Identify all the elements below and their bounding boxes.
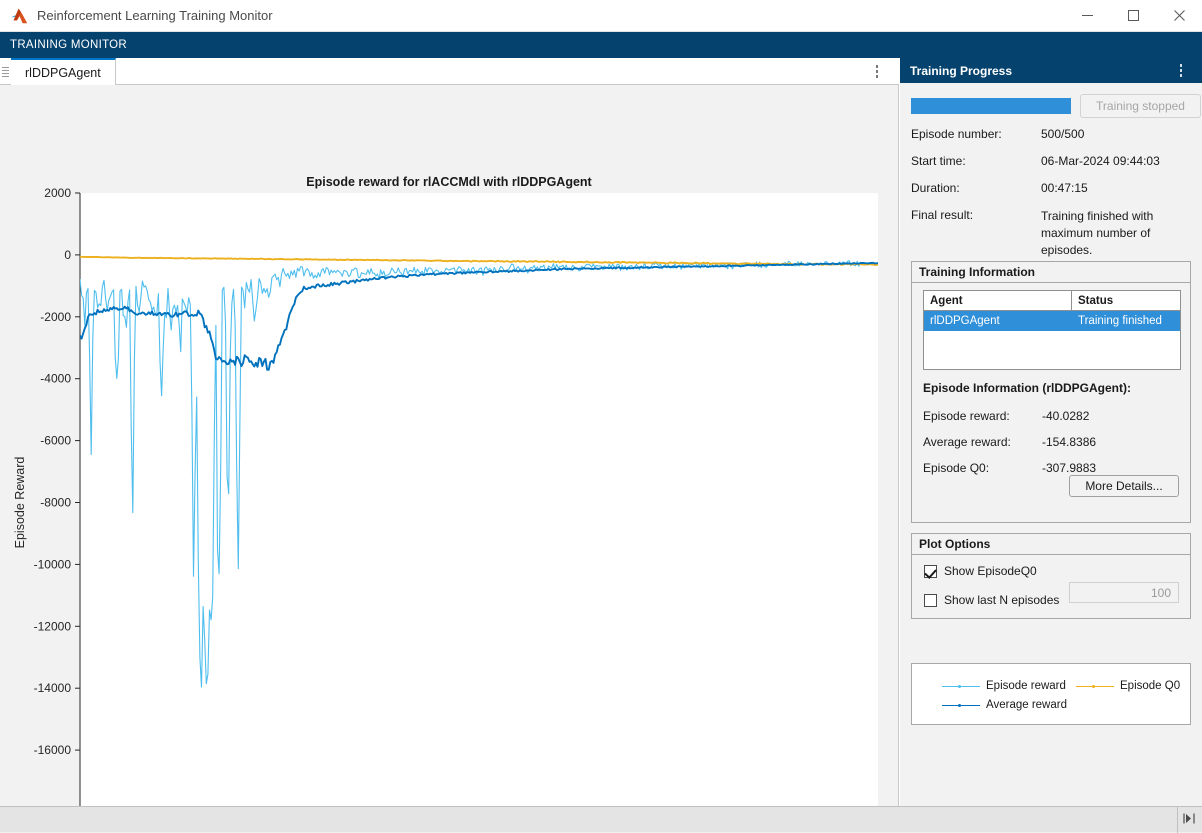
window-title: Reinforcement Learning Training Monitor <box>37 8 273 23</box>
table-row[interactable]: rlDDPGAgent Training finished <box>924 311 1180 331</box>
column-header-status: Status <box>1072 291 1180 310</box>
show-last-n-label: Show last N episodes <box>944 593 1059 607</box>
episode-q0-label: Episode Q0: <box>923 461 989 475</box>
chart-pane: rlDDPGAgent Episode reward for rlACCMdl … <box>0 58 899 806</box>
panel-divider <box>912 554 1190 555</box>
svg-text:0: 0 <box>64 248 71 262</box>
status-bar <box>0 806 1202 832</box>
last-n-episodes-value: 100 <box>1151 586 1171 600</box>
cell-status: Training finished <box>1072 311 1180 331</box>
window-titlebar: Reinforcement Learning Training Monitor <box>0 0 1202 32</box>
window-controls <box>1064 0 1202 32</box>
resize-handle-icon[interactable] <box>1182 812 1196 826</box>
drag-grip-icon[interactable] <box>1 63 10 81</box>
svg-text:-10000: -10000 <box>34 557 72 571</box>
status-bar-divider <box>1177 807 1178 833</box>
episode-number-label: Episode number: <box>911 127 1002 141</box>
legend-item-average-reward: Average reward <box>942 699 1067 711</box>
svg-text:2000: 2000 <box>44 186 71 200</box>
rl-training-monitor-app: Reinforcement Learning Training Monitor … <box>0 0 1202 832</box>
stop-training-label: Training stopped <box>1096 99 1185 113</box>
tab-label: rlDDPGAgent <box>25 66 101 80</box>
matlab-logo-icon <box>10 8 28 24</box>
svg-text:-16000: -16000 <box>34 743 72 757</box>
episode-reward-chart: Episode reward for rlACCMdl with rlDDPGA… <box>0 85 898 806</box>
episode-reward-label: Episode reward: <box>923 409 1010 423</box>
training-progress-body: Training stopped Episode number: 500/500… <box>900 83 1202 806</box>
agent-status-table[interactable]: Agent Status rlDDPGAgent Training finish… <box>923 290 1181 370</box>
panel-more-options-icon[interactable] <box>1173 58 1189 83</box>
legend-item-episode-q0: Episode Q0 <box>1076 680 1180 692</box>
legend-label: Episode reward <box>986 680 1066 692</box>
chart-canvas[interactable]: 2000 0 -2000 -4000 -6000 -8000 -10000 -12000 -14… <box>0 85 898 806</box>
show-last-n-checkbox[interactable]: Show last N episodes <box>924 593 1059 607</box>
column-header-agent: Agent <box>924 291 1072 310</box>
legend-label: Average reward <box>986 699 1067 711</box>
average-reward-value: -154.8386 <box>1042 435 1096 449</box>
plot-options-title: Plot Options <box>919 537 990 551</box>
cell-agent: rlDDPGAgent <box>924 311 1072 331</box>
training-information-title: Training Information <box>919 265 1035 279</box>
last-n-episodes-input[interactable]: 100 <box>1069 582 1179 603</box>
training-progress-title: Training Progress <box>910 64 1012 78</box>
document-tabstrip: rlDDPGAgent <box>0 58 899 85</box>
legend-item-episode-reward: Episode reward <box>942 680 1066 692</box>
maximize-icon[interactable] <box>1110 0 1156 32</box>
tab-rlddpgagent[interactable]: rlDDPGAgent <box>11 58 116 85</box>
final-result-value: Training finished with maximum number of… <box>1041 208 1186 259</box>
more-details-button[interactable]: More Details... <box>1069 475 1179 497</box>
episode-number-value: 500/500 <box>1041 127 1084 141</box>
progress-row: Training stopped <box>911 94 1191 118</box>
duration-label: Duration: <box>911 181 960 195</box>
average-reward-label: Average reward: <box>923 435 1011 449</box>
close-icon[interactable] <box>1156 0 1202 32</box>
table-header-row: Agent Status <box>924 291 1180 311</box>
svg-text:-14000: -14000 <box>34 681 72 695</box>
show-episodeq0-label: Show EpisodeQ0 <box>944 564 1037 578</box>
duration-value: 00:47:15 <box>1041 181 1088 195</box>
plot-options-panel: Plot Options Show EpisodeQ0 Show last N … <box>911 533 1191 619</box>
start-time-value: 06-Mar-2024 09:44:03 <box>1041 154 1160 168</box>
svg-text:-4000: -4000 <box>40 372 71 386</box>
legend-label: Episode Q0 <box>1120 680 1180 692</box>
legend-swatch-icon <box>1076 686 1114 687</box>
tabstrip-more-options-icon[interactable] <box>867 58 887 85</box>
app-toolstrip: TRAINING MONITOR <box>0 32 1202 58</box>
chart-legend-panel: Episode reward Episode Q0 Average reward <box>911 663 1191 725</box>
show-episodeq0-checkbox[interactable]: Show EpisodeQ0 <box>924 564 1037 578</box>
titlebar-left: Reinforcement Learning Training Monitor <box>0 8 1064 24</box>
training-progress-bar <box>911 98 1071 114</box>
training-progress-pane: Training Progress Training stopped Episo… <box>900 58 1202 806</box>
checkbox-box-icon <box>924 594 937 607</box>
episode-reward-value: -40.0282 <box>1042 409 1089 423</box>
training-progress-header: Training Progress <box>900 58 1202 83</box>
episode-q0-value: -307.9883 <box>1042 461 1096 475</box>
legend-swatch-icon <box>942 686 980 687</box>
more-details-label: More Details... <box>1085 479 1162 493</box>
svg-text:Episode Reward: Episode Reward <box>13 457 27 549</box>
training-information-panel: Training Information Agent Status rlDDPG… <box>911 261 1191 523</box>
svg-text:-6000: -6000 <box>40 434 71 448</box>
svg-text:-12000: -12000 <box>34 619 72 633</box>
episode-information-title: Episode Information (rlDDPGAgent): <box>923 381 1131 395</box>
final-result-label: Final result: <box>911 208 973 222</box>
panel-divider <box>912 282 1190 283</box>
svg-text:-8000: -8000 <box>40 496 71 510</box>
start-time-label: Start time: <box>911 154 966 168</box>
toolstrip-label: TRAINING MONITOR <box>10 32 127 58</box>
legend-swatch-icon <box>942 705 980 706</box>
minimize-icon[interactable] <box>1064 0 1110 32</box>
checkbox-box-icon <box>924 565 937 578</box>
stop-training-button[interactable]: Training stopped <box>1080 94 1201 118</box>
svg-text:-2000: -2000 <box>40 310 71 324</box>
